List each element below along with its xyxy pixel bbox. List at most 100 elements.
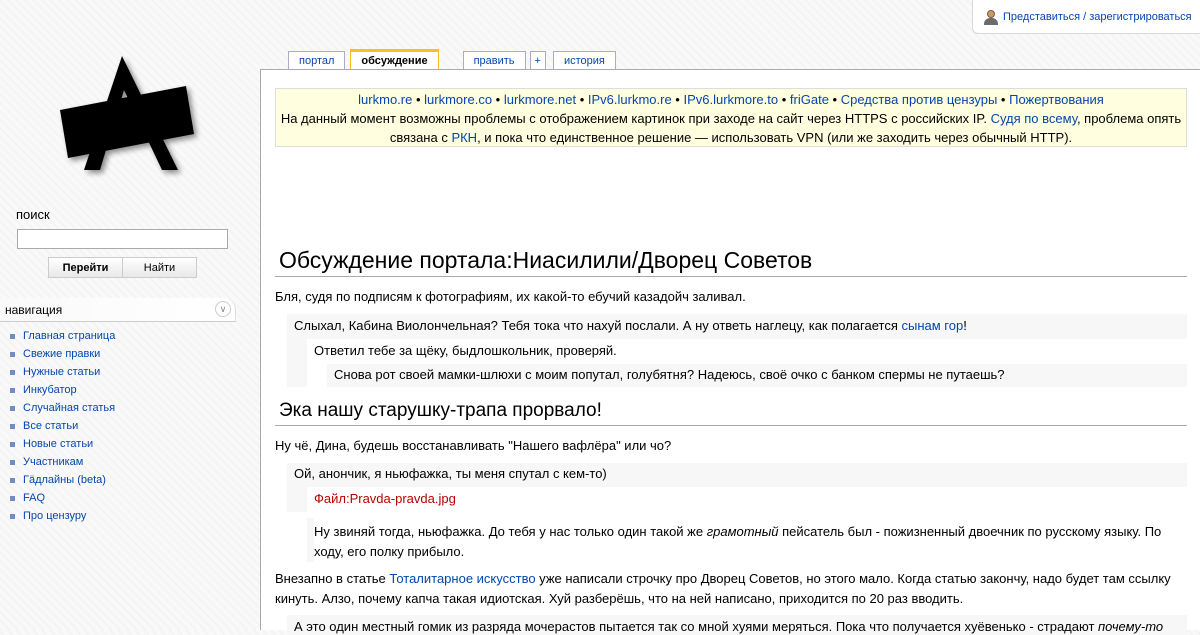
nav-item-guidelines[interactable]: Гäдлайны (beta) <box>10 471 115 489</box>
paragraph-text: кинуть. Алзо, почему капча такая идиотск… <box>275 591 964 606</box>
notice-link[interactable]: lurkmore.net <box>504 92 576 107</box>
login-link[interactable]: Представиться / зарегистрироваться <box>1003 11 1192 23</box>
reply-text-part: пейсатель был - пожизненный двоечник по … <box>778 524 1162 539</box>
nav-link[interactable]: Новые статьи <box>23 438 93 450</box>
personal-tools: Представиться / зарегистрироваться <box>972 0 1200 34</box>
navigation-header[interactable]: навигация ∨ <box>0 298 236 322</box>
nav-item-all-articles[interactable]: Все статьи <box>10 417 115 435</box>
notice-link[interactable]: lurkmore.co <box>424 92 492 107</box>
nested-reply: Ответил тебе за щёку, быдлошкольник, про… <box>307 339 1187 387</box>
notice-link[interactable]: friGate <box>790 92 829 107</box>
bullet-icon <box>10 405 15 411</box>
chevron-down-icon[interactable]: ∨ <box>215 301 231 317</box>
bullet-icon <box>10 351 15 357</box>
notice-link[interactable]: Средства против цензуры <box>841 92 998 107</box>
tab-portal[interactable]: портал <box>288 51 346 70</box>
nav-item-incubator[interactable]: Инкубатор <box>10 381 115 399</box>
content-area: lurkmo.re • lurkmore.co • lurkmore.net •… <box>260 69 1200 635</box>
tab-edit[interactable]: править <box>462 51 526 70</box>
notice-links-line: lurkmo.re • lurkmore.co • lurkmore.net •… <box>276 90 1186 109</box>
notice-link[interactable]: lurkmo.re <box>358 92 412 107</box>
navigation-list: Главная страница Свежие правки Нужные ст… <box>10 327 115 525</box>
navigation-title: навигация <box>5 302 63 317</box>
nav-link[interactable]: Инкубатор <box>23 384 77 396</box>
notice-link[interactable]: РКН <box>451 130 477 145</box>
reply-text: Ну звиняй тогда, ньюфажка. До тебя у нас… <box>314 518 1187 566</box>
nav-link[interactable]: Свежие правки <box>23 348 100 360</box>
nav-item-wanted-articles[interactable]: Нужные статьи <box>10 363 115 381</box>
bullet-icon <box>10 513 15 519</box>
bullet-icon <box>10 387 15 393</box>
separator: • <box>412 92 425 107</box>
find-button[interactable]: Найти <box>123 258 196 277</box>
notice-text: , проблема опять <box>1076 111 1182 126</box>
reply-emphasis: почему-то <box>1098 619 1164 634</box>
notice-text: На данный момент возможны проблемы с ото… <box>280 111 991 126</box>
reply-thread: Слыхал, Кабина Виолончельная? Тебя тока … <box>287 314 1187 387</box>
nav-link[interactable]: Все статьи <box>23 420 78 432</box>
site-logo[interactable] <box>40 50 220 180</box>
bullet-icon <box>10 369 15 375</box>
separator: • <box>778 92 790 107</box>
go-button[interactable]: Перейти <box>49 258 123 277</box>
paragraph: Бля, судя по подписям к фотографиям, их … <box>275 289 746 304</box>
notice-text: , и пока что единственное решение — испо… <box>477 130 1073 145</box>
bullet-icon <box>10 459 15 465</box>
nav-link[interactable]: Про цензуру <box>23 510 86 522</box>
paragraph: Ну чё, Дина, будешь восстанавливать "Наш… <box>275 438 672 453</box>
search-input[interactable] <box>17 229 228 249</box>
nav-link[interactable]: Гäдлайны (beta) <box>23 474 106 486</box>
notice-text-line: На данный момент возможны проблемы с ото… <box>276 109 1186 128</box>
nav-link[interactable]: Случайная статья <box>23 402 115 414</box>
separator: • <box>492 92 504 107</box>
nested-reply: Файл:Pravda-pravda.jpg <box>307 487 1187 512</box>
file-link[interactable]: Файл:Pravda-pravda.jpg <box>314 489 456 509</box>
separator: • <box>828 92 841 107</box>
reply-text: Ой, анончик, я ньюфажка, ты меня спутал … <box>294 466 607 481</box>
nav-link[interactable]: Участникам <box>23 456 83 468</box>
notice-link[interactable]: IPv6.lurkmo.re <box>588 92 672 107</box>
nav-item-new-articles[interactable]: Новые статьи <box>10 435 115 453</box>
nav-item-main-page[interactable]: Главная страница <box>10 327 115 345</box>
tab-discussion[interactable]: обсуждение <box>350 49 439 70</box>
notice-text-line: связана с РКН, и пока что единственное р… <box>276 128 1186 147</box>
nested-reply: Снова рот своей мамки-шлюхи с моим попут… <box>327 364 1187 387</box>
nav-item-censorship[interactable]: Про цензуру <box>10 507 115 525</box>
nav-link[interactable]: Нужные статьи <box>23 366 100 378</box>
page-tabs: портал обсуждение править + история <box>288 49 616 70</box>
reply-link[interactable]: сынам гор <box>901 318 963 333</box>
page-title: Обсуждение портала:Ниасилили/Дворец Сове… <box>275 247 1187 277</box>
reply-text: А это один местный гомик из разряда моче… <box>294 617 1163 635</box>
separator: • <box>671 92 684 107</box>
bullet-icon <box>10 423 15 429</box>
reply-text: Ответил тебе за щёку, быдлошкольник, про… <box>314 343 617 358</box>
search-label: поиск <box>16 207 50 222</box>
paragraph-text: уже написали строчку про Дворец Советов,… <box>535 571 1171 586</box>
paragraph: Внезапно в статье Тоталитарное искусство… <box>275 569 1187 609</box>
nav-link[interactable]: FAQ <box>23 492 45 504</box>
tab-add-section[interactable]: + <box>529 51 546 70</box>
nav-link[interactable]: Главная страница <box>23 330 115 342</box>
site-notice: lurkmo.re • lurkmore.co • lurkmore.net •… <box>275 88 1187 147</box>
reply-emphasis: грамотный <box>706 524 779 539</box>
separator: • <box>997 92 1010 107</box>
bullet-icon <box>10 441 15 447</box>
nav-item-faq[interactable]: FAQ <box>10 489 115 507</box>
article-link[interactable]: Тоталитарное искусство <box>389 571 535 586</box>
nav-item-random-article[interactable]: Случайная статья <box>10 399 115 417</box>
notice-link[interactable]: IPv6.lurkmore.to <box>683 92 778 107</box>
user-icon <box>983 9 999 25</box>
tab-history[interactable]: история <box>552 51 616 70</box>
reply-thread: Ой, анончик, я ньюфажка, ты меня спутал … <box>287 463 1187 512</box>
notice-link[interactable]: Пожертвования <box>1009 92 1104 107</box>
bullet-icon <box>10 333 15 339</box>
reply-text: Слыхал, Кабина Виолончельная? Тебя тока … <box>294 316 1184 336</box>
notice-link[interactable]: Судя по всему <box>991 111 1077 126</box>
nav-item-participants[interactable]: Участникам <box>10 453 115 471</box>
paragraph-text: Внезапно в статье <box>275 571 390 586</box>
nav-item-recent-changes[interactable]: Свежие правки <box>10 345 115 363</box>
reply-thread: А это один местный гомик из разряда моче… <box>287 615 1187 635</box>
reply-text-part: ходу, его полку прибыло. <box>314 544 465 559</box>
reply-text-part: А это один местный гомик из разряда моче… <box>294 619 1099 634</box>
reply-text-part: Слыхал, Кабина Виолончельная? Тебя тока … <box>294 318 902 333</box>
